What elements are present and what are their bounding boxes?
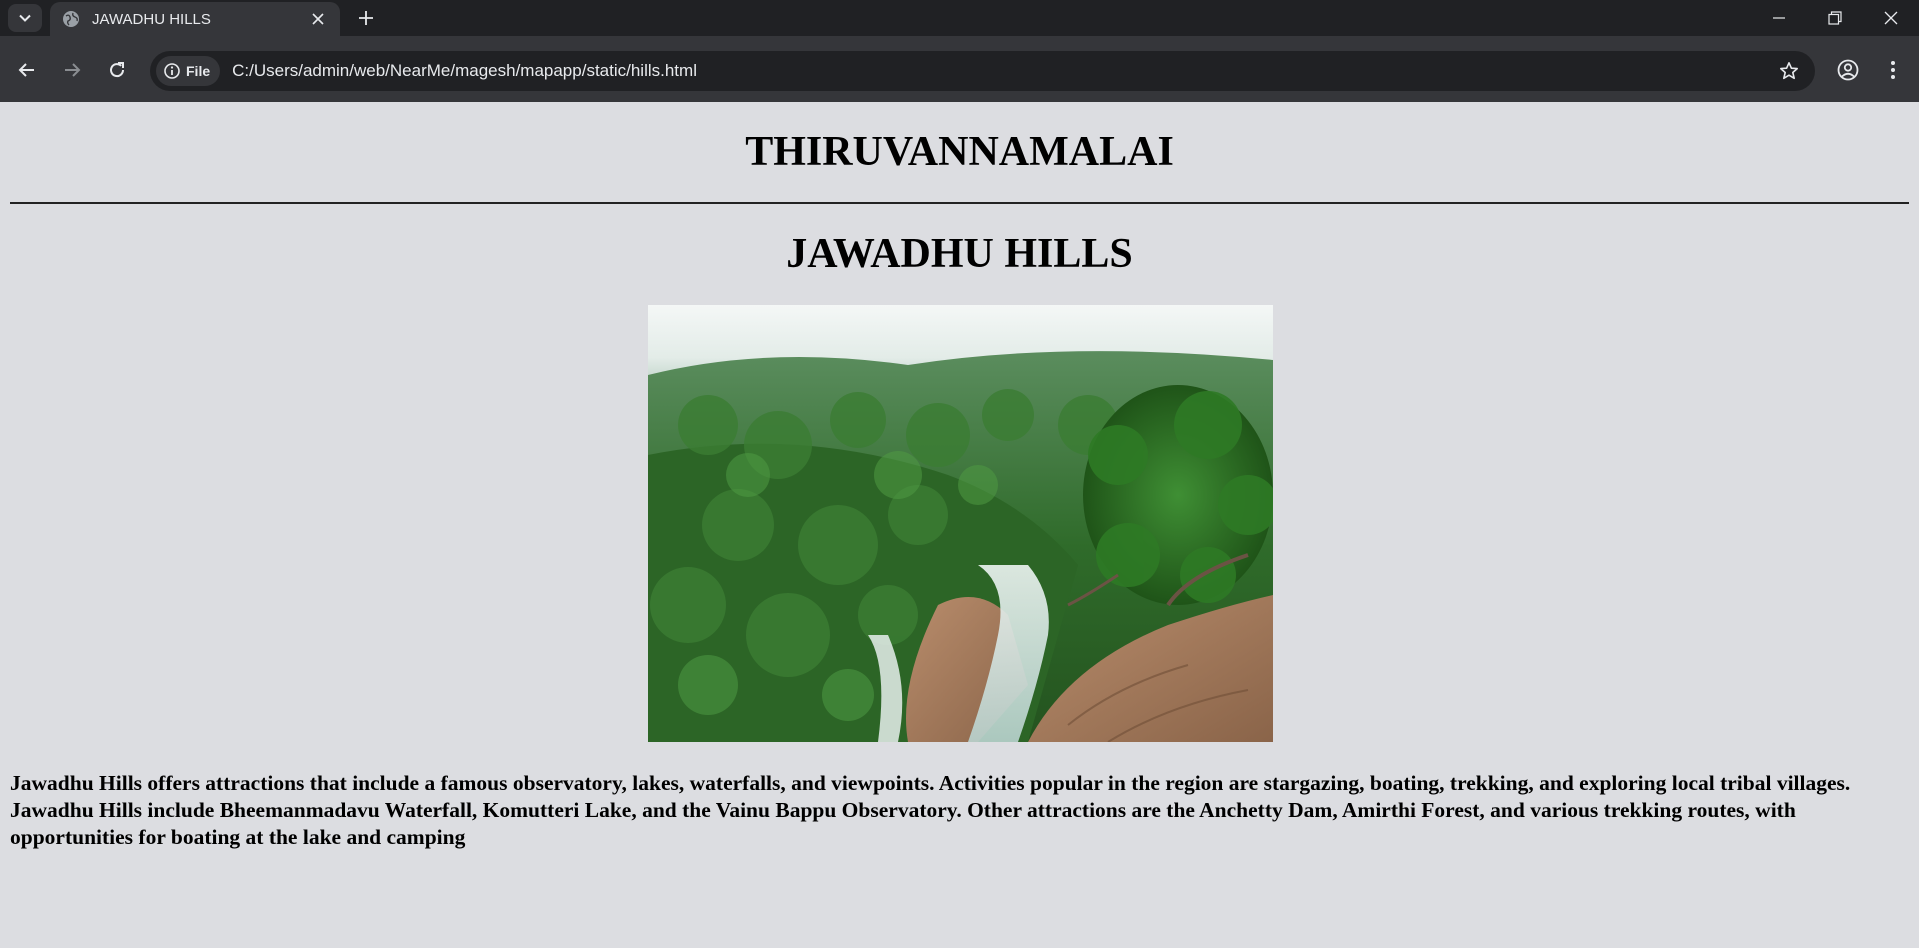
close-icon bbox=[312, 13, 324, 25]
city-heading: THIRUVANNAMALAI bbox=[745, 129, 1174, 175]
new-tab-button[interactable] bbox=[352, 6, 380, 30]
minimize-icon bbox=[1773, 17, 1785, 19]
info-icon bbox=[164, 63, 180, 79]
globe-icon bbox=[62, 10, 80, 28]
tab-strip: JAWADHU HILLS bbox=[0, 0, 1919, 36]
tab-search-icon bbox=[19, 14, 31, 22]
plus-icon bbox=[359, 11, 373, 25]
forward-button[interactable] bbox=[55, 53, 89, 87]
tab-title: JAWADHU HILLS bbox=[92, 10, 211, 28]
active-tab[interactable]: JAWADHU HILLS bbox=[50, 2, 340, 36]
place-description: Jawadhu Hills offers attractions that in… bbox=[10, 771, 1851, 849]
page-content: THIRUVANNAMALAI JAWADHU HILLS Jawadhu Hi… bbox=[0, 102, 1919, 948]
address-bar[interactable]: File C:/Users/admin/web/NearMe/magesh/ma… bbox=[150, 51, 1815, 91]
forward-arrow-icon bbox=[65, 63, 81, 77]
place-heading: JAWADHU HILLS bbox=[786, 231, 1133, 277]
restore-button[interactable] bbox=[1807, 0, 1863, 36]
minimize-button[interactable] bbox=[1751, 0, 1807, 36]
profile-button[interactable] bbox=[1831, 53, 1865, 87]
tab-search-button[interactable] bbox=[8, 4, 42, 32]
back-button[interactable] bbox=[10, 53, 44, 87]
back-arrow-icon bbox=[18, 63, 34, 77]
close-window-button[interactable] bbox=[1863, 0, 1919, 36]
jawadhu-hills-photo bbox=[648, 305, 1273, 742]
kebab-menu-icon bbox=[1891, 61, 1895, 79]
browser-menu-button[interactable] bbox=[1876, 53, 1910, 87]
star-icon bbox=[1780, 62, 1798, 80]
site-chip-label: File bbox=[186, 63, 211, 79]
url-text[interactable]: C:/Users/admin/web/NearMe/magesh/mapapp/… bbox=[232, 61, 697, 81]
bookmark-button[interactable] bbox=[1777, 59, 1801, 83]
site-info-chip[interactable]: File bbox=[156, 56, 221, 86]
restore-icon bbox=[1828, 11, 1842, 25]
horizontal-divider bbox=[10, 202, 1909, 204]
tab-close-button[interactable] bbox=[308, 9, 328, 29]
reload-icon bbox=[110, 62, 125, 78]
browser-toolbar: File C:/Users/admin/web/NearMe/magesh/ma… bbox=[0, 36, 1919, 102]
window-controls bbox=[1751, 0, 1919, 36]
profile-icon bbox=[1837, 59, 1859, 81]
reload-button[interactable] bbox=[100, 53, 134, 87]
window-close-icon bbox=[1884, 11, 1898, 25]
